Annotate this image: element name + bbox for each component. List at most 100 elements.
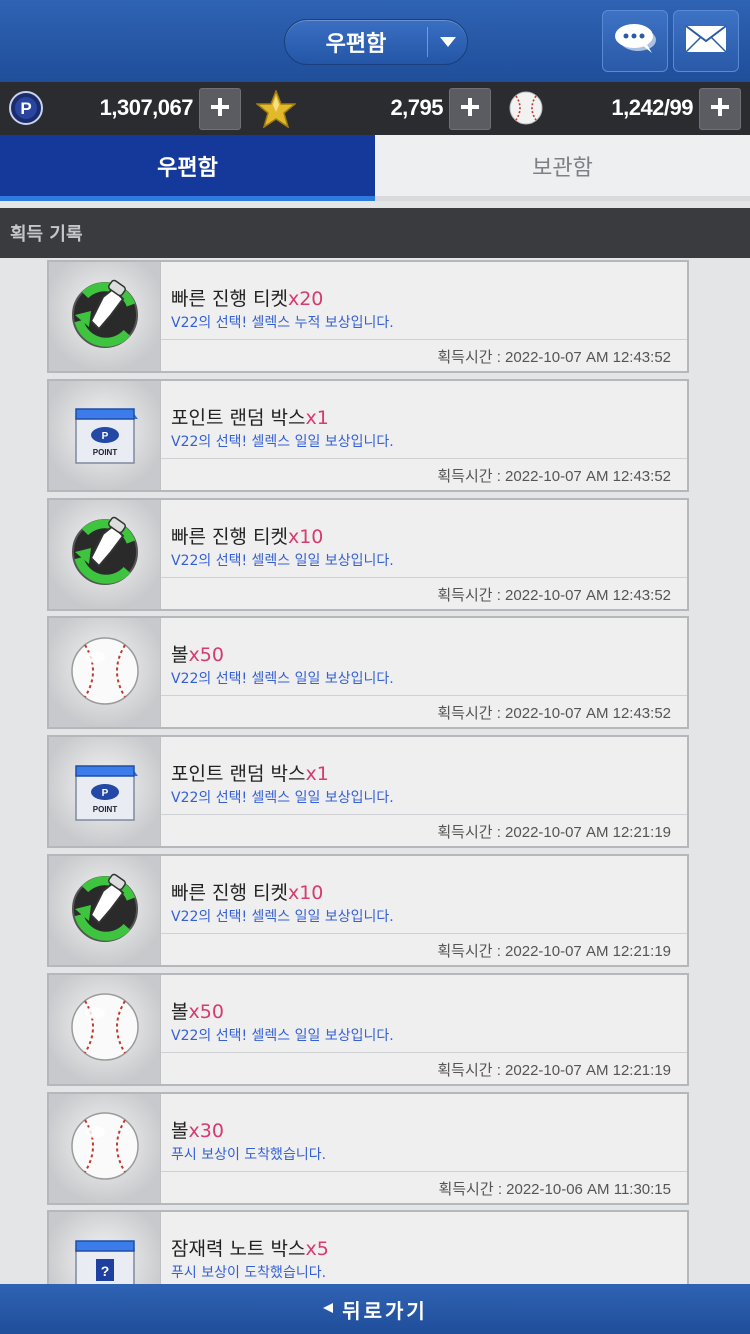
svg-text:POINT: POINT xyxy=(92,805,117,814)
potential-box-icon: ? xyxy=(66,1227,144,1284)
chat-icon xyxy=(612,21,658,61)
section-title: 획득 기록 xyxy=(0,208,750,258)
item-divider xyxy=(161,457,687,459)
list-item[interactable]: 볼x50 V22의 선택! 셀렉스 일일 보상입니다. 획득시간 : 2022-10… xyxy=(47,616,689,730)
add-points-button[interactable] xyxy=(199,88,241,130)
item-timestamp: 획득시간 : 2022-10-07 AM 12:43:52 xyxy=(437,349,671,366)
points-value: 1,307,067 xyxy=(99,95,194,120)
ball-icon xyxy=(69,635,141,711)
item-timestamp: 획득시간 : 2022-10-07 AM 12:21:19 xyxy=(437,1061,671,1079)
add-stars-button[interactable] xyxy=(449,88,491,130)
item-quantity: x30 xyxy=(188,1119,224,1142)
item-name: 빠른 진행 티켓 xyxy=(171,882,288,904)
item-thumbnail: P POINT xyxy=(49,737,161,847)
item-quantity: x50 xyxy=(188,1000,224,1023)
item-timestamp: 획득시간 : 2022-10-07 AM 12:21:19 xyxy=(437,824,671,842)
item-name: 빠른 진행 티켓 xyxy=(171,525,288,548)
envelope-icon xyxy=(685,25,727,57)
item-title: 잠재력 노트 박스x5 xyxy=(171,1234,329,1261)
list-item[interactable]: 볼x50 V22의 선택! 셀렉스 일일 보상입니다. 획득시간 : 2022-10… xyxy=(47,972,689,1086)
item-divider xyxy=(161,933,687,934)
back-arrow-icon xyxy=(322,1302,334,1317)
item-quantity: x20 xyxy=(287,288,324,310)
item-description: V22의 선택! 셀렉스 일일 보상입니다. xyxy=(171,790,394,807)
item-description: 푸시 보상이 도착했습니다. xyxy=(171,1265,327,1282)
item-title: 볼x30 xyxy=(171,1116,224,1143)
reward-list[interactable]: 빠른 진행 티켓x20 V22의 선택! 셀렉스 누적 보상입니다. 획득시간 : … xyxy=(0,258,750,1284)
item-description: V22의 선택! 셀렉스 일일 보상입니다. xyxy=(171,671,394,688)
point-box-icon: P POINT xyxy=(66,395,144,475)
item-description: 푸시 보상이 도착했습니다. xyxy=(171,1146,327,1163)
item-quantity: x10 xyxy=(287,525,324,548)
star-icon xyxy=(254,88,298,133)
item-title: 볼x50 xyxy=(171,640,224,667)
item-name: 볼 xyxy=(171,1119,189,1142)
mailbox-dropdown-label: 우편함 xyxy=(325,32,387,57)
list-item[interactable]: 볼x30 푸시 보상이 도착했습니다. 획득시간 : 2022-10-06 AM 1… xyxy=(47,1091,689,1205)
chat-button[interactable] xyxy=(602,10,668,72)
item-quantity: x10 xyxy=(287,882,324,904)
item-timestamp: 획득시간 : 2022-10-06 AM 11:30:15 xyxy=(438,1180,671,1198)
item-quantity: x1 xyxy=(305,406,329,429)
tab-bar: 우편함 보관함 xyxy=(0,135,750,201)
mail-button[interactable] xyxy=(673,10,739,72)
item-name: 포인트 랜덤 박스 xyxy=(171,763,306,786)
point-box-icon: P POINT xyxy=(66,752,144,832)
svg-text:P: P xyxy=(101,431,108,442)
item-thumbnail xyxy=(49,262,161,371)
item-title: 빠른 진행 티켓x10 xyxy=(171,522,323,549)
item-description: V22의 선택! 셀렉스 일일 보상입니다. xyxy=(171,552,394,569)
mailbox-dropdown[interactable]: 우편함 xyxy=(284,19,468,65)
item-timestamp: 획득시간 : 2022-10-07 AM 12:21:19 xyxy=(437,943,671,960)
ticket-icon xyxy=(65,869,145,953)
item-timestamp: 획득시간 : 2022-10-07 AM 12:43:52 xyxy=(437,586,671,604)
list-item[interactable]: 빠른 진행 티켓x10 V22의 선택! 셀렉스 일일 보상입니다. 획득시간 : … xyxy=(47,497,689,611)
item-thumbnail: P POINT xyxy=(49,380,161,490)
item-description: V22의 선택! 셀렉스 일일 보상입니다. xyxy=(171,909,394,925)
item-quantity: x1 xyxy=(305,763,329,786)
item-thumbnail xyxy=(49,856,161,965)
ticket-icon xyxy=(65,512,145,596)
item-thumbnail xyxy=(49,618,161,728)
item-timestamp: 획득시간 : 2022-10-07 AM 12:43:52 xyxy=(437,705,671,723)
item-name: 볼 xyxy=(171,644,189,667)
item-name: 빠른 진행 티켓 xyxy=(171,288,288,310)
currency-bar: P 1,307,067 2,795 1,242/99 xyxy=(0,82,750,135)
list-item[interactable]: P POINT 포인트 랜덤 박스x1 V22의 선택! 셀렉스 일일 보상입니다. 획… xyxy=(47,735,689,849)
ball-icon xyxy=(69,991,141,1067)
list-item[interactable]: ? 잠재력 노트 박스x5 푸시 보상이 도착했습니다. xyxy=(47,1210,689,1284)
add-balls-button[interactable] xyxy=(699,88,741,130)
back-button-label: 뒤로가기 xyxy=(342,1298,428,1323)
item-title: 빠른 진행 티켓x10 xyxy=(171,878,323,905)
top-bar: 우편함 xyxy=(0,0,750,82)
item-divider xyxy=(161,576,687,578)
back-button[interactable]: 뒤로가기 xyxy=(0,1284,750,1334)
ball-icon xyxy=(69,1110,141,1186)
plus-icon xyxy=(459,96,481,123)
list-item[interactable]: 빠른 진행 티켓x20 V22의 선택! 셀렉스 누적 보상입니다. 획득시간 : … xyxy=(47,260,689,373)
item-quantity: x50 xyxy=(188,644,224,667)
item-timestamp: 획득시간 : 2022-10-07 AM 12:43:52 xyxy=(437,467,671,485)
item-thumbnail: ? xyxy=(49,1212,161,1284)
balls-value: 1,242/99 xyxy=(611,95,693,120)
item-description: V22의 선택! 셀렉스 누적 보상입니다. xyxy=(171,315,394,331)
svg-text:P: P xyxy=(101,788,108,799)
tab-storage[interactable]: 보관함 xyxy=(375,135,750,201)
item-title: 포인트 랜덤 박스x1 xyxy=(171,759,329,786)
svg-text:POINT: POINT xyxy=(92,448,117,457)
item-description: V22의 선택! 셀렉스 일일 보상입니다. xyxy=(171,433,394,450)
item-name: 잠재력 노트 박스 xyxy=(171,1238,306,1261)
item-thumbnail xyxy=(49,499,161,609)
item-name: 포인트 랜덤 박스 xyxy=(171,406,306,429)
svg-text:P: P xyxy=(20,99,31,118)
item-title: 볼x50 xyxy=(171,997,224,1024)
chevron-down-icon xyxy=(428,36,467,48)
item-thumbnail xyxy=(49,974,161,1084)
item-divider xyxy=(161,814,687,816)
list-item[interactable]: 빠른 진행 티켓x10 V22의 선택! 셀렉스 일일 보상입니다. 획득시간 : … xyxy=(47,854,689,967)
stars-value: 2,795 xyxy=(390,95,443,120)
list-item[interactable]: P POINT 포인트 랜덤 박스x1 V22의 선택! 셀렉스 일일 보상입니다. 획… xyxy=(47,378,689,492)
plus-icon xyxy=(709,96,731,123)
tab-mailbox[interactable]: 우편함 xyxy=(0,135,375,201)
plus-icon xyxy=(209,96,231,123)
